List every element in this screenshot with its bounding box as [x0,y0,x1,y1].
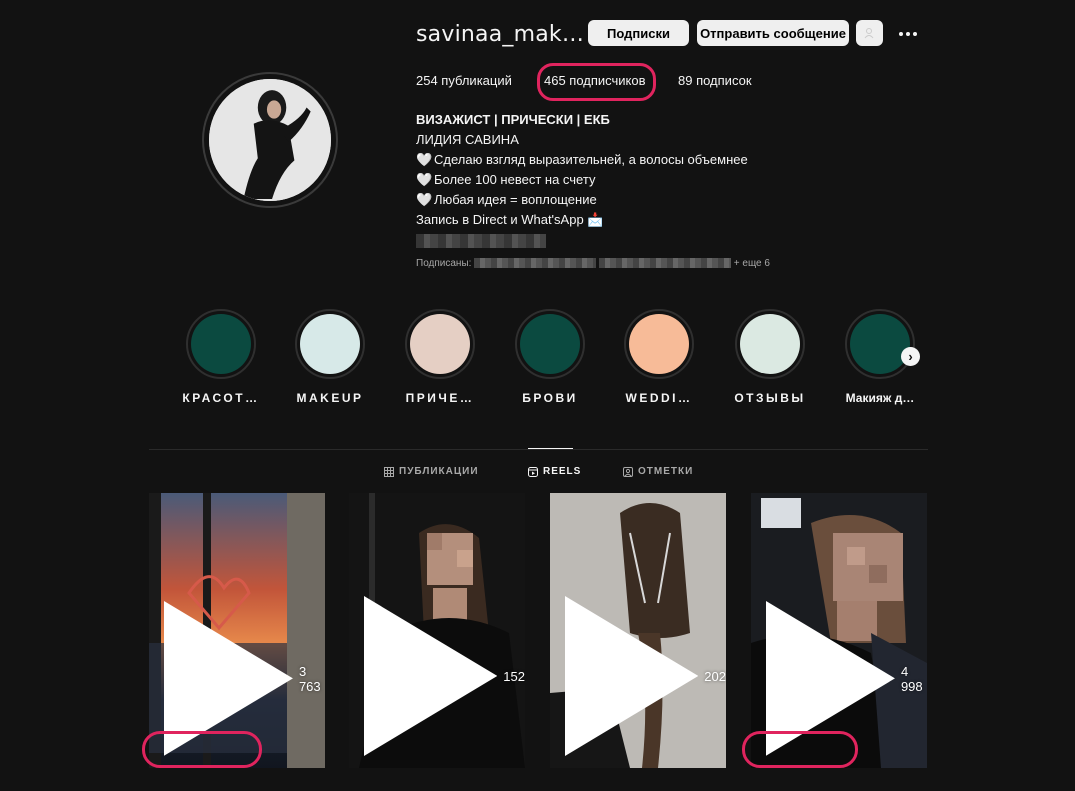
followers-count[interactable]: 465 подписчиков [544,73,646,88]
reels-icon [528,466,538,477]
blurred-follower-name [598,258,731,269]
heart-icon: 🤍 [416,172,433,187]
send-message-button[interactable]: Отправить сообщение [697,20,849,46]
reel-views: 4 998 [766,601,927,756]
play-icon [565,596,699,756]
highlight-cover [850,314,910,374]
more-options-icon[interactable] [896,27,920,41]
play-icon [364,596,498,756]
bio-title: ВИЗАЖИСТ | ПРИЧЕСКИ | ЕКБ [416,112,610,127]
play-icon [766,601,895,756]
highlight-item[interactable]: MAKEUP [285,309,375,405]
bio-line: 🤍 Более 100 невест на счету [416,170,748,190]
tab-reels[interactable]: REELS [528,466,581,477]
highlight-cover [300,314,360,374]
highlight-item[interactable]: КРАСОТ… [176,309,266,405]
similar-accounts-button[interactable] [856,20,883,46]
avatar-image [209,79,331,201]
profile-bio: ВИЗАЖИСТ | ПРИЧЕСКИ | ЕКБ ЛИДИЯ САВИНА 🤍… [416,110,748,248]
reel-views: 152 [364,596,525,756]
tab-tagged[interactable]: ОТМЕТКИ [623,466,693,477]
profile-page: savinaa_mak… Подписки Отправить сообщени… [0,0,1075,791]
highlight-label: БРОВИ [522,391,578,405]
bio-contact-line: Запись в Direct и What'sApp 📩 [416,212,604,227]
reel-thumbnail[interactable]: 202 [550,493,726,768]
highlight-label: Макияж д… [845,391,915,405]
highlight-label: КРАСОТ… [182,391,260,405]
blurred-follower-name [474,258,597,269]
profile-avatar[interactable] [202,72,338,208]
bio-full-name: ЛИДИЯ САВИНА [416,132,519,147]
bio-line: 🤍 Сделаю взгляд выразительней, а волосы о… [416,150,748,170]
heart-icon: 🤍 [416,152,433,167]
tag-person-icon [623,466,633,477]
highlight-cover [629,314,689,374]
reel-thumbnail[interactable]: 3 763 [149,493,325,768]
highlights-next-arrow-icon[interactable]: › [901,347,920,366]
followed-by[interactable]: Подписаны: + еще 6 [416,258,770,269]
grid-icon [384,466,394,477]
bio-line: 🤍 Любая идея = воплощение [416,190,748,210]
play-icon [164,601,293,756]
highlight-cover [410,314,470,374]
active-tab-indicator [528,448,573,449]
following-button[interactable]: Подписки [588,20,689,46]
highlight-label: WEDDI… [625,391,693,405]
tab-posts[interactable]: ПУБЛИКАЦИИ [384,466,479,477]
highlight-label: MAKEUP [296,391,364,405]
tabs-divider [149,449,928,450]
reel-views: 202 [565,596,726,756]
reel-thumbnail[interactable]: 152 [349,493,525,768]
highlight-label: ПРИЧЕ… [405,391,475,405]
highlight-item[interactable]: ОТЗЫВЫ [725,309,815,405]
highlight-cover [740,314,800,374]
reel-views: 3 763 [164,601,325,756]
highlight-item[interactable]: ПРИЧЕ… [395,309,485,405]
reel-thumbnail[interactable]: 4 998 [751,493,927,768]
heart-icon: 🤍 [416,192,433,207]
blurred-bio-link[interactable] [416,234,546,248]
highlight-item[interactable]: WEDDI… [614,309,704,405]
add-person-icon [864,28,873,39]
following-count[interactable]: 89 подписок [678,73,752,88]
highlight-cover [520,314,580,374]
posts-count: 254 публикаций [416,73,512,88]
highlight-cover [191,314,251,374]
highlight-label: ОТЗЫВЫ [734,391,806,405]
highlight-item[interactable]: БРОВИ [505,309,595,405]
profile-username: savinaa_mak… [416,22,585,47]
